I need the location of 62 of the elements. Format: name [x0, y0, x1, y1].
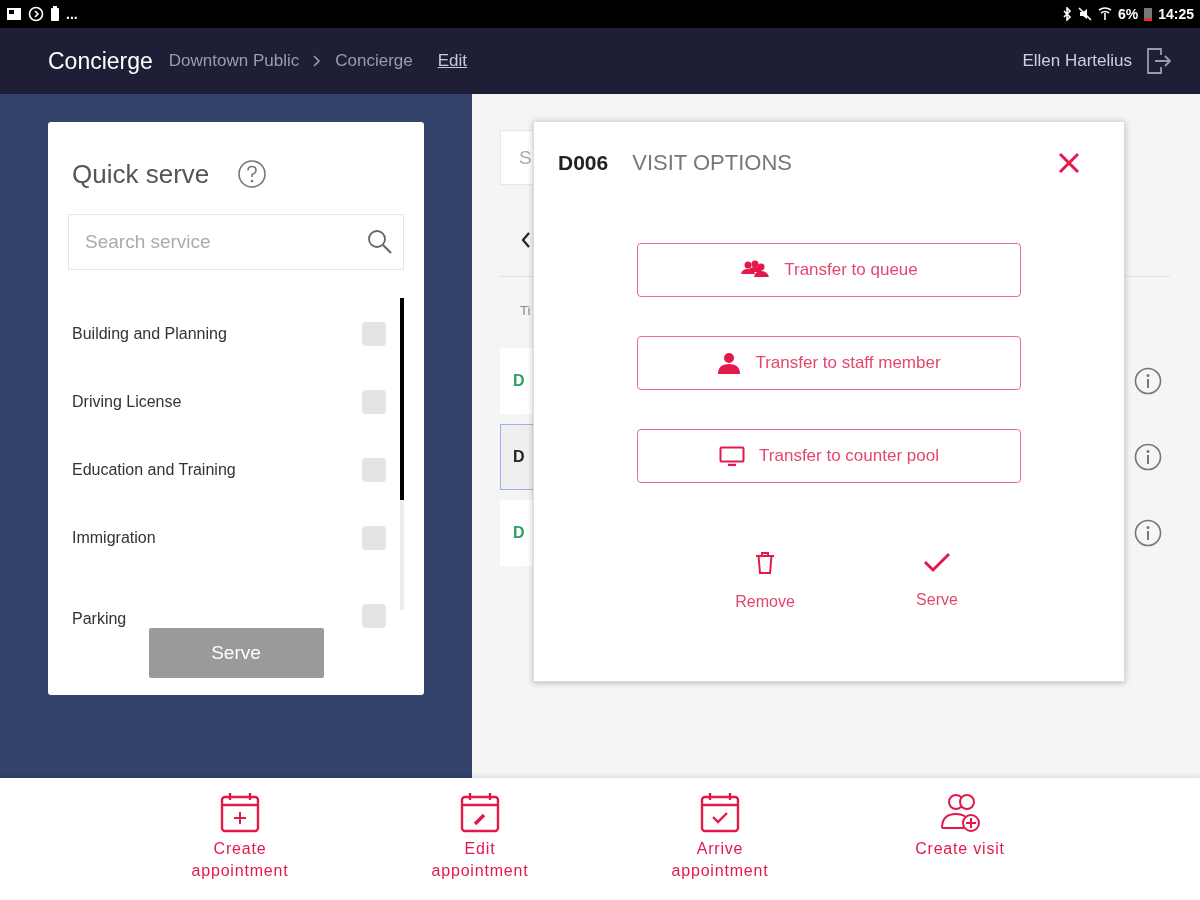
clock: 14:25 [1158, 6, 1194, 22]
ticket-number: D [513, 524, 525, 542]
transfer-button[interactable]: Transfer to staff member [637, 336, 1021, 390]
help-icon[interactable] [237, 159, 268, 189]
add-person-icon [940, 792, 980, 834]
search-field[interactable]: Search service [68, 214, 404, 270]
ticket-number: D [513, 448, 525, 466]
checkbox[interactable] [362, 458, 386, 482]
breadcrumb-link[interactable]: Downtown Public [168, 51, 300, 71]
info-icon[interactable] [1134, 443, 1162, 471]
bluetooth-icon [1061, 7, 1072, 21]
remove-button[interactable]: Remove [724, 551, 806, 611]
mute-icon [1077, 7, 1092, 21]
battery-level: 6% [1117, 6, 1139, 22]
service-label: Parking [72, 610, 127, 628]
ticket-number: D [513, 372, 525, 390]
calendar-check-icon [700, 792, 740, 834]
checkbox[interactable] [362, 526, 386, 550]
person-icon [717, 352, 742, 374]
transfer-button[interactable]: Transfer to queue [637, 243, 1021, 297]
wifi-icon [1097, 7, 1112, 21]
checkbox[interactable] [362, 604, 386, 628]
checkbox[interactable] [362, 322, 386, 346]
service-label: Education and Training [72, 461, 236, 479]
close-icon[interactable] [1058, 152, 1080, 174]
user-name: Ellen Hartelius [1022, 51, 1132, 71]
service-label: Building and Planning [72, 325, 227, 343]
service-label: Immigration [72, 529, 156, 547]
breadcrumb-link[interactable]: Concierge [335, 51, 413, 71]
search-icon [366, 228, 394, 256]
calendar-plus-icon [220, 792, 260, 834]
transfer-button[interactable]: Transfer to counter pool [637, 429, 1021, 483]
scrollbar[interactable] [400, 298, 404, 610]
calendar-pencil-icon [460, 792, 500, 834]
check-icon [923, 551, 951, 573]
checkbox[interactable] [362, 390, 386, 414]
nav-button[interactable]: Edit appointment [410, 792, 550, 892]
serve-button[interactable]: Serve [896, 551, 978, 611]
logout-icon[interactable] [1146, 47, 1172, 75]
service-label: Driving License [72, 393, 182, 411]
more-notifications: ... [66, 6, 78, 22]
play-icon [28, 6, 44, 22]
nav-button[interactable]: Create appointment [170, 792, 310, 892]
battery-icon [50, 6, 60, 22]
chevron-right-icon [312, 54, 323, 68]
ticket-number: D006 [558, 151, 609, 175]
battery-icon [1144, 7, 1153, 21]
back-icon [520, 230, 532, 249]
dialog-title: VISIT OPTIONS [632, 150, 792, 176]
app-title: Concierge [48, 47, 153, 75]
nav-button[interactable]: Create visit [890, 792, 1030, 892]
serve-button[interactable]: Serve [148, 628, 324, 678]
image-icon [6, 7, 22, 21]
edit-link[interactable]: Edit [437, 51, 468, 71]
info-icon[interactable] [1134, 519, 1162, 547]
column-header: Ti [519, 302, 532, 320]
group-icon [740, 260, 771, 280]
monitor-icon [719, 446, 746, 466]
nav-button[interactable]: Arrive appointment [650, 792, 790, 892]
card-title: Quick serve [72, 158, 210, 190]
trash-icon [754, 551, 776, 575]
info-icon[interactable] [1134, 367, 1162, 395]
